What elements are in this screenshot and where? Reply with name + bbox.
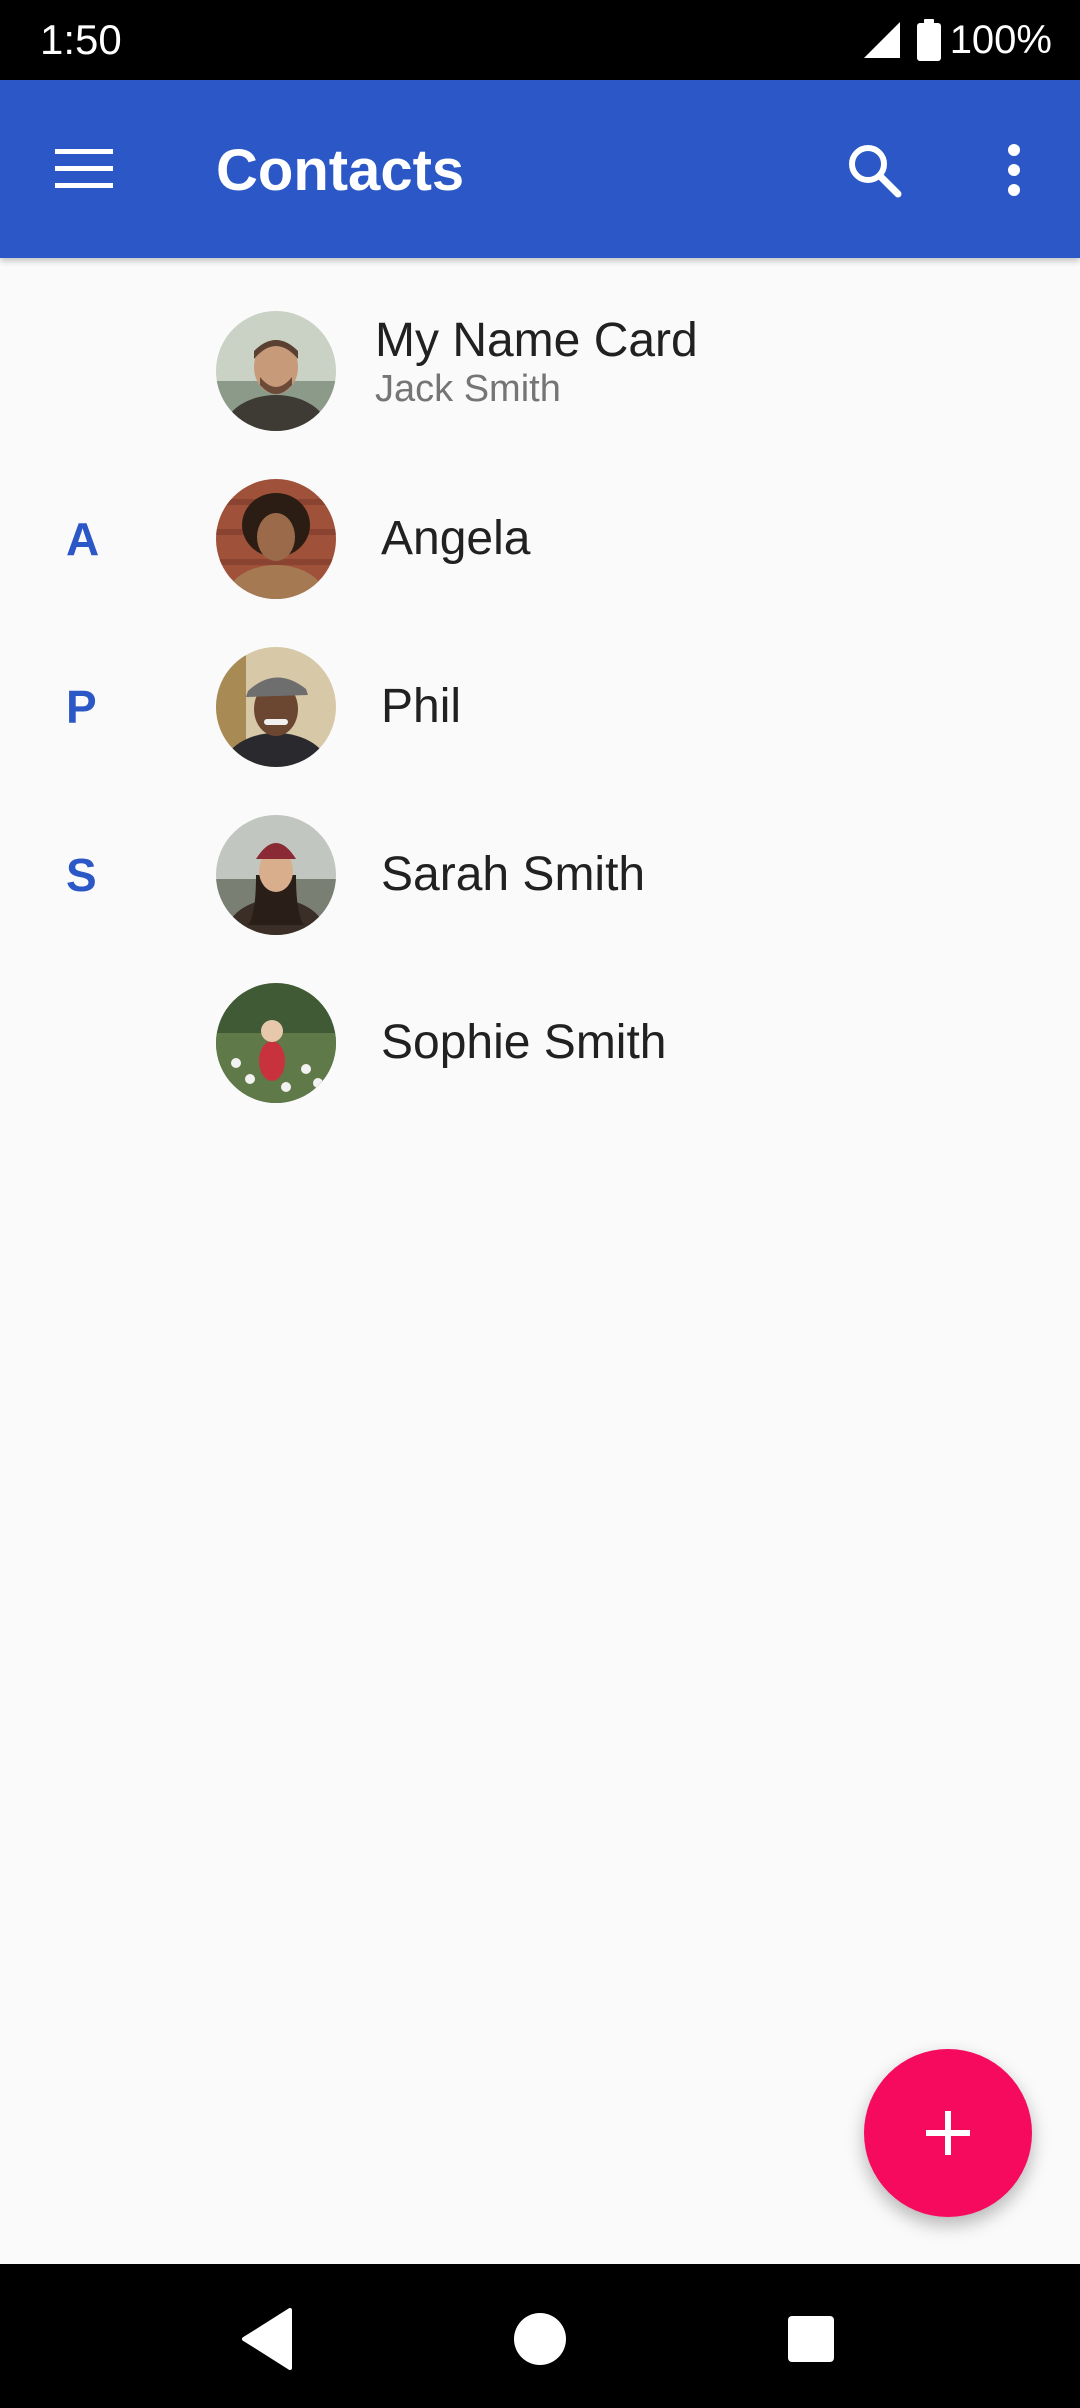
status-time: 1:50 [40,16,122,63]
menu-icon [55,149,113,188]
card-title: My Name Card [375,314,698,367]
status-bar: 1:50 100% [0,0,1080,80]
app-bar: Contacts [0,80,1080,258]
section-letter: S [66,849,97,901]
card-owner-name: Jack Smith [375,368,561,410]
section-letter: A [66,513,100,565]
menu-button[interactable] [44,134,124,204]
search-icon [849,145,902,198]
avatar [216,815,336,935]
navigation-bar [0,2264,1080,2408]
more-options-button[interactable] [974,130,1054,210]
home-icon[interactable] [505,2304,575,2374]
recents-icon[interactable] [776,2304,846,2374]
search-button[interactable] [834,130,914,210]
avatar [216,479,336,599]
avatar [216,647,336,767]
contact-name: Angela [381,512,531,565]
contact-row-angela[interactable]: A Angela [0,455,1080,623]
contact-row-sophie-smith[interactable]: Sophie Smith [0,959,1080,1127]
add-contact-button[interactable] [864,2049,1032,2217]
back-icon[interactable] [234,2304,304,2374]
battery-percent: 100% [949,18,1052,62]
contact-row-phil[interactable]: P Phil [0,623,1080,791]
status-icons: 100% [862,14,1052,66]
page-title: Contacts [216,138,465,203]
contact-name: Sophie Smith [381,1016,667,1069]
contact-row-sarah-smith[interactable]: S Sarah Smith [0,791,1080,959]
add-icon [926,2111,970,2155]
avatar [216,983,336,1103]
contact-name: Phil [381,680,462,733]
contact-name: Sarah Smith [381,848,646,901]
battery-icon [916,19,941,61]
avatar [216,311,336,431]
signal-icon [863,22,900,58]
section-letter: P [66,681,97,733]
more-vert-icon [1008,144,1020,196]
contacts-screen: 1:50 100% Contacts My Name Card Jack Smi… [0,0,1080,2408]
my-name-card-row[interactable]: My Name Card Jack Smith [0,287,1080,455]
